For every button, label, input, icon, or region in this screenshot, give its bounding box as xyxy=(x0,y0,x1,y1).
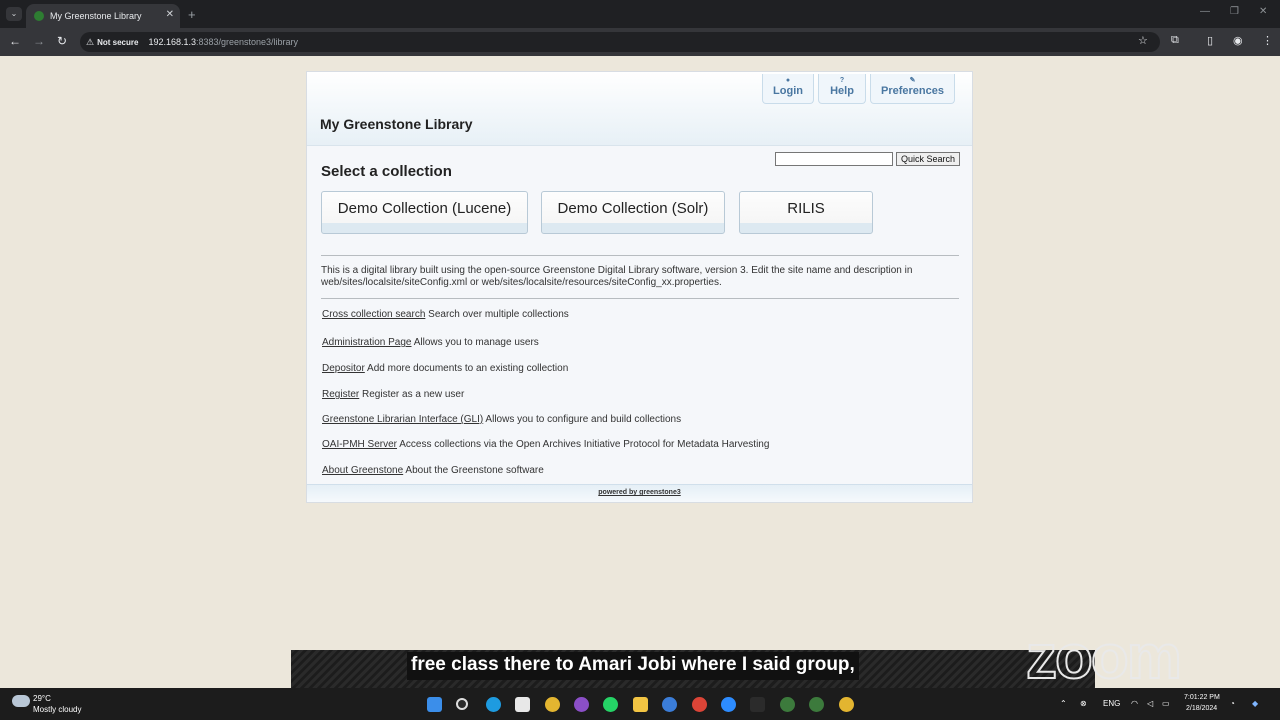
wifi-icon[interactable]: ◠ xyxy=(1131,699,1138,708)
help-icon: ? xyxy=(839,77,845,84)
list-item: About Greenstone About the Greenstone so… xyxy=(322,465,544,476)
link-description: Allows you to manage users xyxy=(411,337,539,348)
ccleaner-icon[interactable] xyxy=(662,697,677,712)
favicon-icon xyxy=(34,11,44,21)
gli-link[interactable]: Greenstone Librarian Interface (GLI) xyxy=(322,414,483,425)
oai-pmh-link[interactable]: OAI-PMH Server xyxy=(322,439,397,450)
profile-icon[interactable]: ◉ xyxy=(1233,34,1243,47)
link-description: Access collections via the Open Archives… xyxy=(397,439,770,450)
minimize-icon[interactable]: — xyxy=(1200,6,1210,17)
link-description: About the Greenstone software xyxy=(403,465,544,476)
menu-icon[interactable]: ⋮ xyxy=(1262,34,1273,47)
site-description: This is a digital library built using th… xyxy=(321,265,913,288)
browser-tab-strip: ⌄ My Greenstone Library ✕ + — ❐ ✕ xyxy=(0,0,1280,28)
maximize-icon[interactable]: ❐ xyxy=(1230,6,1239,17)
new-tab-button[interactable]: + xyxy=(188,7,196,22)
powered-by-link[interactable]: powered by greenstone3 xyxy=(598,489,680,496)
window-close-icon[interactable]: ✕ xyxy=(1259,6,1267,17)
list-item: Register Register as a new user xyxy=(322,389,464,400)
page-footer: powered by greenstone3 xyxy=(307,484,972,502)
bookmark-star-icon[interactable]: ☆ xyxy=(1138,34,1148,47)
link-description: Register as a new user xyxy=(359,389,465,400)
zoom-app-icon[interactable] xyxy=(721,697,736,712)
quick-search-button[interactable]: Quick Search xyxy=(896,152,960,166)
collection-rilis-button[interactable]: RILIS xyxy=(739,191,873,234)
administration-page-link[interactable]: Administration Page xyxy=(322,337,412,348)
weather-description[interactable]: Mostly cloudy xyxy=(33,705,81,714)
collections-heading: Select a collection xyxy=(321,163,452,180)
notification-bell-icon[interactable]: ◔ xyxy=(1230,699,1235,708)
link-description: Search over multiple collections xyxy=(425,309,569,320)
security-indicator[interactable]: Not secure xyxy=(97,38,138,47)
browser-tab[interactable]: My Greenstone Library ✕ xyxy=(26,4,180,28)
copilot-icon[interactable]: ◆ xyxy=(1252,699,1258,708)
reload-icon[interactable]: ↻ xyxy=(57,34,67,48)
depositor-link[interactable]: Depositor xyxy=(322,363,365,374)
browser-toolbar: ← → ↻ ⚠ Not secure 192.168.1.3 :8383/gre… xyxy=(0,28,1280,56)
weather-temperature[interactable]: 29°C xyxy=(33,694,51,703)
terminal-icon[interactable] xyxy=(750,697,765,712)
page-header: ● Login ? Help ✎ Preferences My Greensto… xyxy=(307,72,972,146)
back-icon[interactable]: ← xyxy=(9,34,21,48)
edge-icon[interactable] xyxy=(486,697,501,712)
chrome-profile-icon[interactable] xyxy=(839,697,854,712)
whatsapp-icon[interactable] xyxy=(603,697,618,712)
wrench-icon: ✎ xyxy=(909,77,916,84)
greenstone-icon[interactable] xyxy=(780,697,795,712)
lock-icon: ● xyxy=(785,77,791,84)
extensions-icon[interactable]: ⧉ xyxy=(1171,34,1179,47)
link-description: Add more documents to an existing collec… xyxy=(364,363,569,374)
clock-time[interactable]: 7:01:22 PM xyxy=(1184,694,1220,701)
subtitle-caption: free class there to Amari Jobi where I s… xyxy=(407,652,859,680)
url-path: :8383/greenstone3/library xyxy=(195,37,299,47)
tab-title: My Greenstone Library xyxy=(50,11,142,21)
url-host: 192.168.1.3 xyxy=(148,37,196,47)
tor-icon[interactable] xyxy=(574,697,589,712)
store-icon[interactable] xyxy=(515,697,530,712)
tab-close-icon[interactable]: ✕ xyxy=(166,9,174,20)
collection-solr-button[interactable]: Demo Collection (Solr) xyxy=(541,191,725,234)
volume-icon[interactable]: ◁ xyxy=(1147,699,1153,708)
greenstone2-icon[interactable] xyxy=(809,697,824,712)
zoom-watermark-logo: zoom xyxy=(1025,622,1183,693)
tab-search-button[interactable]: ⌄ xyxy=(6,7,22,21)
clock-date[interactable]: 2/18/2024 xyxy=(1186,705,1217,712)
folder-icon[interactable] xyxy=(633,697,648,712)
cloud-icon[interactable] xyxy=(12,695,30,707)
preferences-label: Preferences xyxy=(881,85,944,97)
login-label: Login xyxy=(773,85,803,97)
list-item: OAI-PMH Server Access collections via th… xyxy=(322,439,769,450)
address-bar[interactable]: ⚠ Not secure 192.168.1.3 :8383/greenston… xyxy=(80,32,1160,52)
collection-lucene-button[interactable]: Demo Collection (Lucene) xyxy=(321,191,528,234)
chrome-icon[interactable] xyxy=(545,697,560,712)
preferences-button[interactable]: ✎ Preferences xyxy=(870,74,955,104)
search-icon[interactable] xyxy=(456,698,468,710)
cross-collection-search-link[interactable]: Cross collection search xyxy=(322,309,425,320)
battery-icon[interactable]: ▭ xyxy=(1162,699,1170,708)
divider xyxy=(321,255,959,256)
list-item: Greenstone Librarian Interface (GLI) All… xyxy=(322,414,681,425)
help-button[interactable]: ? Help xyxy=(818,74,866,104)
list-item: Administration Page Allows you to manage… xyxy=(322,337,539,348)
list-item: Depositor Add more documents to an exist… xyxy=(322,363,568,374)
tray-overflow-icon[interactable]: ⌃ xyxy=(1060,699,1067,708)
sidebar-icon[interactable]: ▯ xyxy=(1207,34,1213,47)
site-title: My Greenstone Library xyxy=(320,116,473,132)
taskbar: 29°C Mostly cloudy ⌃ ⊗ ENG ◠ ◁ ▭ 7:01:22… xyxy=(0,688,1280,720)
about-greenstone-link[interactable]: About Greenstone xyxy=(322,465,403,476)
language-indicator[interactable]: ENG xyxy=(1103,699,1120,708)
network-status-icon[interactable]: ⊗ xyxy=(1080,699,1087,708)
chrome-alt-icon[interactable] xyxy=(692,697,707,712)
help-label: Help xyxy=(830,85,854,97)
link-description: Allows you to configure and build collec… xyxy=(483,414,682,425)
quick-search-input[interactable] xyxy=(775,152,893,166)
register-link[interactable]: Register xyxy=(322,389,359,400)
login-button[interactable]: ● Login xyxy=(762,74,814,104)
forward-icon[interactable]: → xyxy=(33,34,45,48)
start-icon[interactable] xyxy=(427,697,442,712)
list-item: Cross collection search Search over mult… xyxy=(322,309,569,320)
divider xyxy=(321,298,959,299)
library-page: ● Login ? Help ✎ Preferences My Greensto… xyxy=(306,71,973,503)
warning-icon: ⚠ xyxy=(86,36,95,47)
